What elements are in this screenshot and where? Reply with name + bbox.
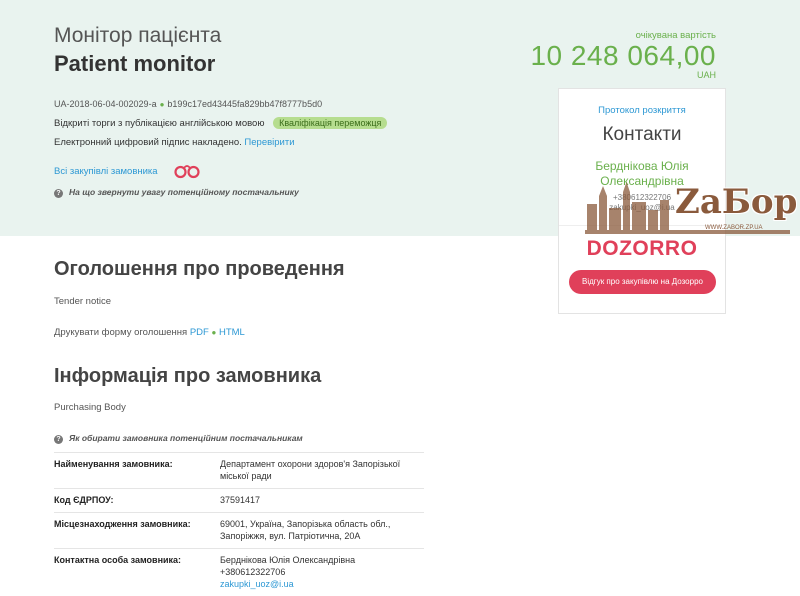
notice-section-title: Оголошення про проведення	[54, 258, 345, 280]
print-form-line: Друкувати форму оголошення PDF ● HTML	[54, 327, 245, 338]
separator-dot-icon: ●	[159, 100, 165, 109]
procedure-line: Відкриті торги з публікацією англійською…	[54, 117, 388, 129]
signature-line: Електронний цифровий підпис накладено. П…	[54, 137, 295, 148]
customer-subtitle: Purchasing Body	[54, 402, 126, 413]
zabor-watermark: ZaБор WWW.ZABOR.ZP.UA	[585, 182, 797, 238]
customer-info-table: Найменування замовника: Департамент охор…	[54, 452, 424, 596]
question-icon: ?	[54, 189, 63, 198]
print-html-link[interactable]: HTML	[219, 327, 245, 338]
row-value-contact: Берднікова Юлія Олександрівна +380612322…	[220, 549, 424, 596]
table-row: Контактна особа замовника: Берднікова Юл…	[54, 548, 424, 596]
expected-price-value: 10 248 064,00	[530, 40, 716, 71]
row-key: Контактна особа замовника:	[54, 555, 182, 565]
separator-dot-icon: ●	[211, 328, 217, 337]
attention-hint[interactable]: ? На що звернути увагу потенційному поста…	[54, 187, 299, 198]
page-title-english: Patient monitor	[54, 51, 216, 76]
tender-id-line: UA-2018-06-04-002029-a ● b199c17ed43445fa8…	[54, 99, 322, 109]
print-pdf-link[interactable]: PDF	[190, 327, 209, 338]
contacts-title: Контакти	[602, 124, 682, 145]
row-value: 69001, Україна, Запорізька область обл.,…	[220, 519, 391, 541]
row-value: 37591417	[220, 495, 261, 505]
row-key: Найменування замовника:	[54, 459, 173, 469]
tender-id: UA-2018-06-04-002029-a	[54, 99, 157, 109]
table-row: Найменування замовника: Департамент охор…	[54, 452, 424, 489]
table-row: Код ЄДРПОУ: 37591417	[54, 488, 424, 513]
table-row: Місцезнаходження замовника: 69001, Украї…	[54, 512, 424, 549]
page-title-ukrainian: Монітор пацієнта	[54, 24, 222, 47]
dozorro-logo: DOZORRO	[586, 237, 698, 260]
dozorro-feedback-button[interactable]: Відгук про закупівлю на Дозорро	[569, 270, 716, 294]
attention-text: На що звернути увагу потенційному постач…	[69, 187, 299, 197]
signature-text: Електронний цифровий підпис накладено.	[54, 137, 242, 148]
contact-person-phone: +380612322706	[220, 567, 286, 577]
watermark-url: WWW.ZABOR.ZP.UA	[705, 225, 763, 231]
contact-person-email-link[interactable]: zakupki_uoz@i.ua	[220, 579, 294, 589]
notice-subtitle: Tender notice	[54, 296, 112, 307]
tender-hash: b199c17ed43445fa829bb47f8777b5d0	[167, 99, 323, 109]
status-badge: Кваліфікація переможця	[273, 117, 388, 129]
contact-person-name: Берднікова Юлія Олександрівна	[220, 555, 356, 565]
print-form-label: Друкувати форму оголошення	[54, 327, 188, 338]
customer-hint[interactable]: ? Як обирати замовника потенційним постач…	[54, 433, 303, 444]
customer-section-title: Інформація про замовника	[54, 365, 322, 387]
watermark-text: ZaБор	[675, 182, 798, 222]
customer-hint-text: Як обирати замовника потенційним постача…	[69, 433, 303, 443]
row-value: Департамент охорони здоров'я Запорізької…	[220, 459, 401, 481]
verify-signature-link[interactable]: Перевірити	[244, 137, 294, 148]
row-key: Код ЄДРПОУ:	[54, 495, 114, 505]
handcuffs-icon[interactable]	[174, 163, 200, 179]
row-key: Місцезнаходження замовника:	[54, 519, 191, 529]
question-icon: ?	[54, 435, 63, 444]
procedure-type: Відкриті торги з публікацією англійською…	[54, 118, 265, 129]
expected-price-currency: UAH	[696, 70, 716, 80]
all-purchases-link[interactable]: Всі закупівлі замовника	[54, 166, 158, 177]
protocol-link[interactable]: Протокол розкриття	[559, 105, 725, 116]
